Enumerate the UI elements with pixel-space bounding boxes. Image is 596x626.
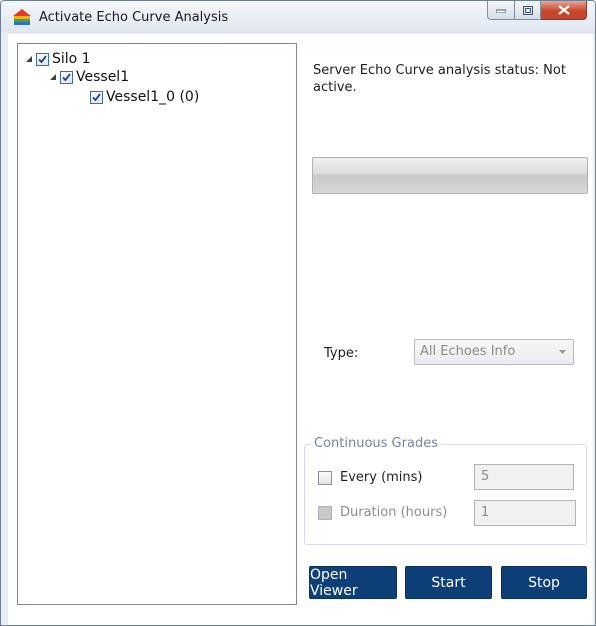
window-title: Activate Echo Curve Analysis [39, 10, 229, 25]
close-button[interactable] [541, 1, 587, 20]
every-input[interactable]: 5 [474, 464, 574, 490]
tree-item-vessel[interactable]: Vessel1 [46, 68, 129, 86]
tree-item-label: Vessel1_0 (0) [106, 89, 200, 105]
close-icon [557, 5, 570, 15]
checkmark-icon [62, 72, 71, 81]
checkmark-icon [38, 54, 47, 63]
main-window: Activate Echo Curve Analysis Silo 1 Vess… [0, 0, 596, 626]
tree-item-label: Silo 1 [52, 51, 91, 67]
every-checkbox[interactable] [318, 470, 332, 485]
minimize-button[interactable] [487, 1, 515, 20]
checkmark-icon [92, 92, 101, 101]
expanded-arrow-icon[interactable] [46, 73, 60, 81]
type-label: Type: [324, 346, 359, 361]
checkbox-checked[interactable] [60, 70, 73, 84]
continuous-grades-header: Continuous Grades [311, 436, 441, 451]
minimize-icon [496, 9, 506, 13]
maximize-button[interactable] [515, 1, 541, 20]
expanded-arrow-icon[interactable] [22, 55, 36, 63]
type-dropdown[interactable]: All Echoes Info [414, 339, 574, 365]
every-label: Every (mins) [340, 470, 423, 485]
analysis-progress-bar [312, 157, 588, 194]
duration-input[interactable]: 1 [474, 500, 576, 526]
tree-item-vessel-0[interactable]: Vessel1_0 (0) [90, 88, 199, 106]
chevron-down-icon [559, 350, 566, 354]
type-selected-value: All Echoes Info [420, 344, 516, 359]
duration-checkbox[interactable] [318, 505, 332, 520]
caption-buttons [487, 1, 587, 21]
duration-row: Duration (hours) [318, 505, 447, 520]
duration-label: Duration (hours) [340, 505, 448, 520]
continuous-grades-group [304, 444, 587, 545]
title-bar[interactable]: Activate Echo Curve Analysis [1, 1, 595, 33]
stop-button[interactable]: Stop [501, 566, 587, 599]
analysis-status-text: Server Echo Curve analysis status: Not a… [313, 63, 566, 95]
tree-item-label: Vessel1 [76, 69, 130, 85]
checkbox-checked[interactable] [90, 90, 103, 104]
vessel-tree[interactable]: Silo 1 Vessel1 Vessel1_0 (0) [17, 43, 297, 605]
checkbox-checked[interactable] [36, 52, 49, 66]
open-viewer-button[interactable]: Open Viewer [309, 566, 397, 599]
rainbow-house-icon [13, 9, 31, 25]
start-button[interactable]: Start [405, 566, 492, 599]
every-row: Every (mins) [318, 470, 423, 485]
tree-item-silo[interactable]: Silo 1 [22, 50, 91, 68]
maximize-icon [522, 5, 533, 15]
client-area: Silo 1 Vessel1 Vessel1_0 (0) Server Echo… [8, 34, 593, 625]
